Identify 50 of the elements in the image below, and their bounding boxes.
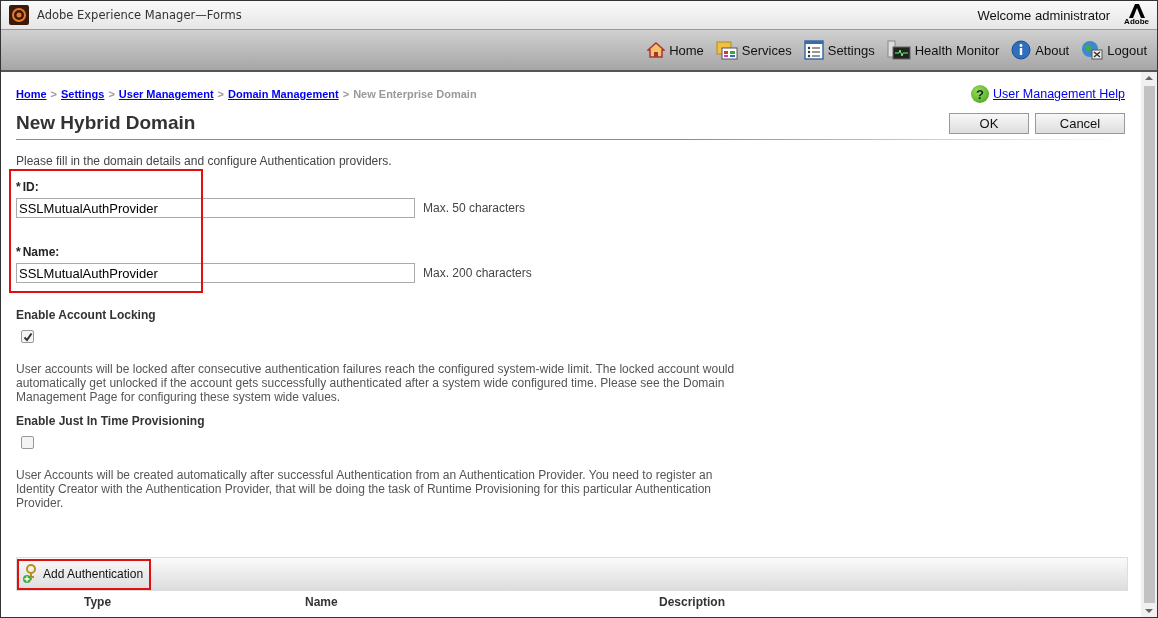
column-header: Description [659,595,725,609]
nav-link[interactable]: Services [715,40,792,60]
breadcrumb-current: New Enterprise Domain [353,88,477,100]
breadcrumb-link[interactable]: Home [16,88,47,100]
help-link[interactable]: User Management Help [993,87,1125,101]
required-mark: * [16,245,21,259]
option-label: Enable Just In Time Provisioning [16,414,206,428]
breadcrumb-link[interactable]: Domain Management [228,88,339,100]
nav-link[interactable]: Health Monitor [886,40,1000,60]
welcome-text: Welcome administrator [977,7,1111,23]
intro-text: Please fill in the domain details and configure Authentication providers. [16,154,393,168]
checkbox[interactable] [21,436,34,449]
required-mark: * [16,180,21,194]
field-hint: Max. 50 characters [423,201,526,215]
app-logo-icon [9,5,29,25]
nav-link[interactable]: Logout [1081,40,1147,60]
breadcrumb-link[interactable]: User Management [118,88,214,100]
field-label: Name: [22,245,60,259]
input-field[interactable]: SSLMutualAuthProvider [16,198,415,218]
action-button[interactable]: OK [949,112,1029,134]
breadcrumb-separator: > [50,88,57,100]
nav-link[interactable]: Home [647,41,704,59]
add-authentication-button[interactable]: Add Authentication [17,558,152,590]
list-icon [803,40,824,60]
field-label: ID: [22,180,39,194]
window-title: Adobe Experience Manager—Forms [37,8,242,22]
input-field[interactable]: SSLMutualAuthProvider [16,263,415,283]
breadcrumb-separator: > [342,88,350,100]
checkbox[interactable] [21,330,34,343]
info-icon [1011,40,1032,60]
action-button[interactable]: Cancel [1035,112,1125,134]
help-icon: ? [971,85,989,103]
column-header: Type [84,595,112,609]
house-icon [647,41,666,59]
column-header: Name [305,595,338,609]
breadcrumb-link[interactable]: Settings [61,88,105,100]
globe-close-icon [1081,40,1104,60]
breadcrumb-separator: > [217,88,225,100]
nav-link[interactable]: Settings [803,40,875,60]
option-description: User accounts will be locked after consecutive authentication failures reach the configured system-wide limit. The locked account would automatically get unlocked if the account gets successfully authenticated after a system wide configured time. Please see the Domain Management Page for configuring these system wide values. [16,362,736,404]
folder-icon [715,40,738,60]
option-description: User Accounts will be created automatically after successful Authentication from an Authentication Provider. You need to register an Identity Creator with the Authentication Provider, that will be doing the task of Runtime Provisioning for this particular Authentication Provider. [16,468,714,510]
breadcrumb-separator: > [108,88,115,100]
nav-link[interactable]: About [1011,40,1070,60]
scrollbar[interactable] [1141,72,1157,617]
monitor-icon [886,40,911,60]
field-hint: Max. 200 characters [423,266,532,280]
brand-logo: Adobe [1124,4,1149,26]
option-label: Enable Account Locking [16,308,157,322]
page-title: New Hybrid Domain [16,112,196,134]
